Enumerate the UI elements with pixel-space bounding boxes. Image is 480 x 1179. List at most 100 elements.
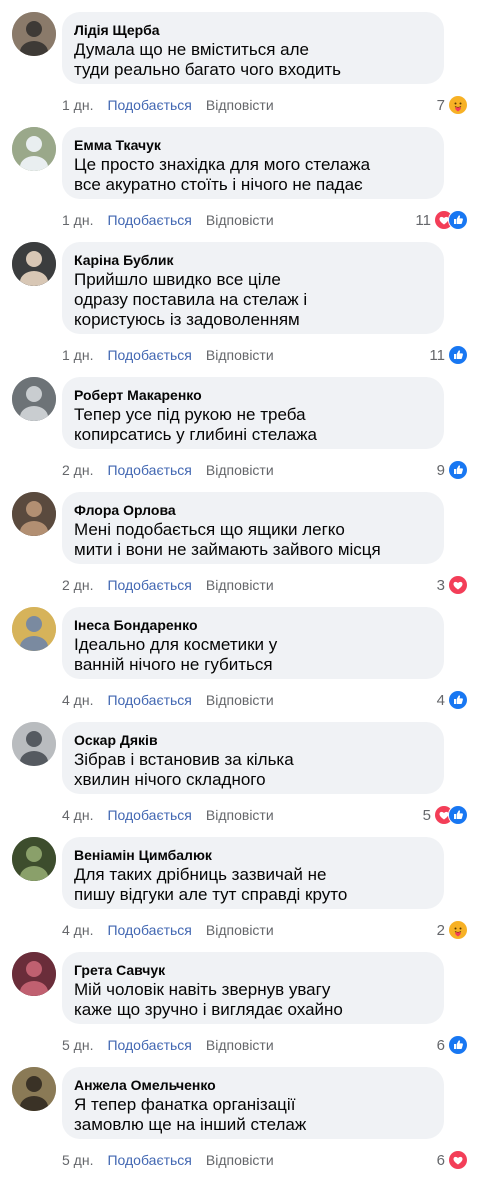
comment-timestamp[interactable]: 5 дн. (62, 1036, 93, 1054)
reply-button[interactable]: Відповісти (206, 921, 274, 939)
comment-timestamp[interactable]: 2 дн. (62, 461, 93, 479)
avatar[interactable] (12, 492, 56, 536)
comment-author[interactable]: Флора Орлова (74, 501, 432, 519)
like-button[interactable]: Подобається (107, 1151, 191, 1169)
comment-author[interactable]: Роберт Макаренко (74, 386, 432, 404)
reaction-count: 5 (422, 806, 431, 824)
reaction-summary[interactable]: 6 (437, 1150, 468, 1170)
comment-bubble: Лідія Щерба Думала що не вміститься але т… (62, 12, 444, 84)
comment-author[interactable]: Каріна Бублик (74, 251, 432, 269)
comment-bubble: Анжела Омельченко Я тепер фанатка організ… (62, 1067, 444, 1139)
reply-button[interactable]: Відповісти (206, 1151, 274, 1169)
reply-button[interactable]: Відповісти (206, 691, 274, 709)
love-reaction-icon (448, 575, 468, 595)
reaction-count: 11 (415, 211, 431, 229)
comment-author[interactable]: Веніамін Цимбалюк (74, 846, 432, 864)
avatar[interactable] (12, 127, 56, 171)
reaction-summary[interactable]: 11 (429, 345, 468, 365)
comment-timestamp[interactable]: 1 дн. (62, 211, 93, 229)
reaction-summary[interactable]: 9 (437, 460, 468, 480)
comment-text: Мій чоловік навіть звернув увагу каже що… (74, 980, 343, 1019)
comment-author[interactable]: Інеса Бондаренко (74, 616, 432, 634)
comment-timestamp[interactable]: 1 дн. (62, 346, 93, 364)
like-reaction-icon (448, 1035, 468, 1055)
reaction-summary[interactable]: 11 (415, 210, 468, 230)
comment-text: Для таких дрібниць зазвичай не пишу відг… (74, 865, 348, 904)
reaction-summary[interactable]: 7 (437, 95, 468, 115)
comment-text: Я тепер фанатка організації замовлю ще н… (74, 1095, 307, 1134)
comment-timestamp[interactable]: 1 дн. (62, 96, 93, 114)
avatar[interactable] (12, 1067, 56, 1111)
comment-timestamp[interactable]: 5 дн. (62, 1151, 93, 1169)
reply-button[interactable]: Відповісти (206, 806, 274, 824)
reaction-count: 3 (436, 576, 445, 594)
reaction-count: 9 (436, 461, 445, 479)
reply-button[interactable]: Відповісти (206, 211, 274, 229)
comment-text: Думала що не вміститься але туди реально… (74, 40, 342, 79)
comment-text: Тепер усе під рукою не треба копирсатись… (74, 405, 317, 444)
comment-text: Мені подобається що ящики легко мити і в… (74, 520, 381, 559)
like-button[interactable]: Подобається (107, 806, 191, 824)
comment-bubble: Каріна Бублик Прийшло швидко все ціле одр… (62, 242, 444, 334)
reply-button[interactable]: Відповісти (206, 96, 274, 114)
comment-bubble: Роберт Макаренко Тепер усе під рукою не т… (62, 377, 444, 449)
comment-bubble: Оскар Дяків Зібрав і встановив за кілька … (62, 722, 444, 794)
like-button[interactable]: Подобається (107, 346, 191, 364)
reaction-summary[interactable]: 4 (437, 690, 468, 710)
comment-actions: 5 дн. Подобається Відповісти (62, 1036, 274, 1054)
comment-author[interactable]: Емма Ткачук (74, 136, 432, 154)
avatar[interactable] (12, 377, 56, 421)
avatar[interactable] (12, 722, 56, 766)
reaction-summary[interactable]: 5 (423, 805, 468, 825)
reaction-summary[interactable]: 6 (437, 1035, 468, 1055)
reply-button[interactable]: Відповісти (206, 461, 274, 479)
comment-text: Це просто знахідка для мого стелажа все … (74, 155, 371, 194)
comment-actions: 4 дн. Подобається Відповісти (62, 691, 274, 709)
comment-bubble: Веніамін Цимбалюк Для таких дрібниць зазв… (62, 837, 444, 909)
like-button[interactable]: Подобається (107, 576, 191, 594)
like-reaction-icon (448, 460, 468, 480)
comment-author[interactable]: Оскар Дяків (74, 731, 432, 749)
reaction-count: 4 (436, 691, 445, 709)
care-reaction-icon (448, 920, 468, 940)
comment-bubble: Грета Савчук Мій чоловік навіть звернув у… (62, 952, 444, 1024)
reply-button[interactable]: Відповісти (206, 576, 274, 594)
comment-text: Ідеально для косметики у ванній нічого н… (74, 635, 278, 674)
like-button[interactable]: Подобається (107, 691, 191, 709)
reply-button[interactable]: Відповісти (206, 346, 274, 364)
like-button[interactable]: Подобається (107, 461, 191, 479)
like-button[interactable]: Подобається (107, 1036, 191, 1054)
avatar[interactable] (12, 12, 56, 56)
like-reaction-icon (448, 345, 468, 365)
comment-bubble: Флора Орлова Мені подобається що ящики ле… (62, 492, 444, 564)
avatar[interactable] (12, 952, 56, 996)
care-reaction-icon (448, 95, 468, 115)
comment-actions: 2 дн. Подобається Відповісти (62, 576, 274, 594)
comment-actions: 1 дн. Подобається Відповісти (62, 346, 274, 364)
comment-actions: 1 дн. Подобається Відповісти (62, 96, 274, 114)
comment-author[interactable]: Грета Савчук (74, 961, 432, 979)
like-button[interactable]: Подобається (107, 96, 191, 114)
comment-timestamp[interactable]: 4 дн. (62, 806, 93, 824)
comment-text: Прийшло швидко все ціле одразу поставила… (74, 270, 308, 329)
like-button[interactable]: Подобається (107, 921, 191, 939)
reaction-summary[interactable]: 2 (437, 920, 468, 940)
comment-timestamp[interactable]: 2 дн. (62, 576, 93, 594)
reaction-summary[interactable]: 3 (437, 575, 468, 595)
like-button[interactable]: Подобається (107, 211, 191, 229)
comment-author[interactable]: Анжела Омельченко (74, 1076, 432, 1094)
comment-actions: 4 дн. Подобається Відповісти (62, 806, 274, 824)
comment-author[interactable]: Лідія Щерба (74, 21, 432, 39)
comment-text: Зібрав і встановив за кілька хвилин нічо… (74, 750, 294, 789)
avatar[interactable] (12, 607, 56, 651)
comment-timestamp[interactable]: 4 дн. (62, 921, 93, 939)
reaction-count: 6 (436, 1151, 445, 1169)
like-reaction-icon (448, 210, 468, 230)
reaction-count: 7 (436, 96, 445, 114)
comment-actions: 5 дн. Подобається Відповісти (62, 1151, 274, 1169)
like-reaction-icon (448, 805, 468, 825)
avatar[interactable] (12, 242, 56, 286)
avatar[interactable] (12, 837, 56, 881)
comment-timestamp[interactable]: 4 дн. (62, 691, 93, 709)
reply-button[interactable]: Відповісти (206, 1036, 274, 1054)
